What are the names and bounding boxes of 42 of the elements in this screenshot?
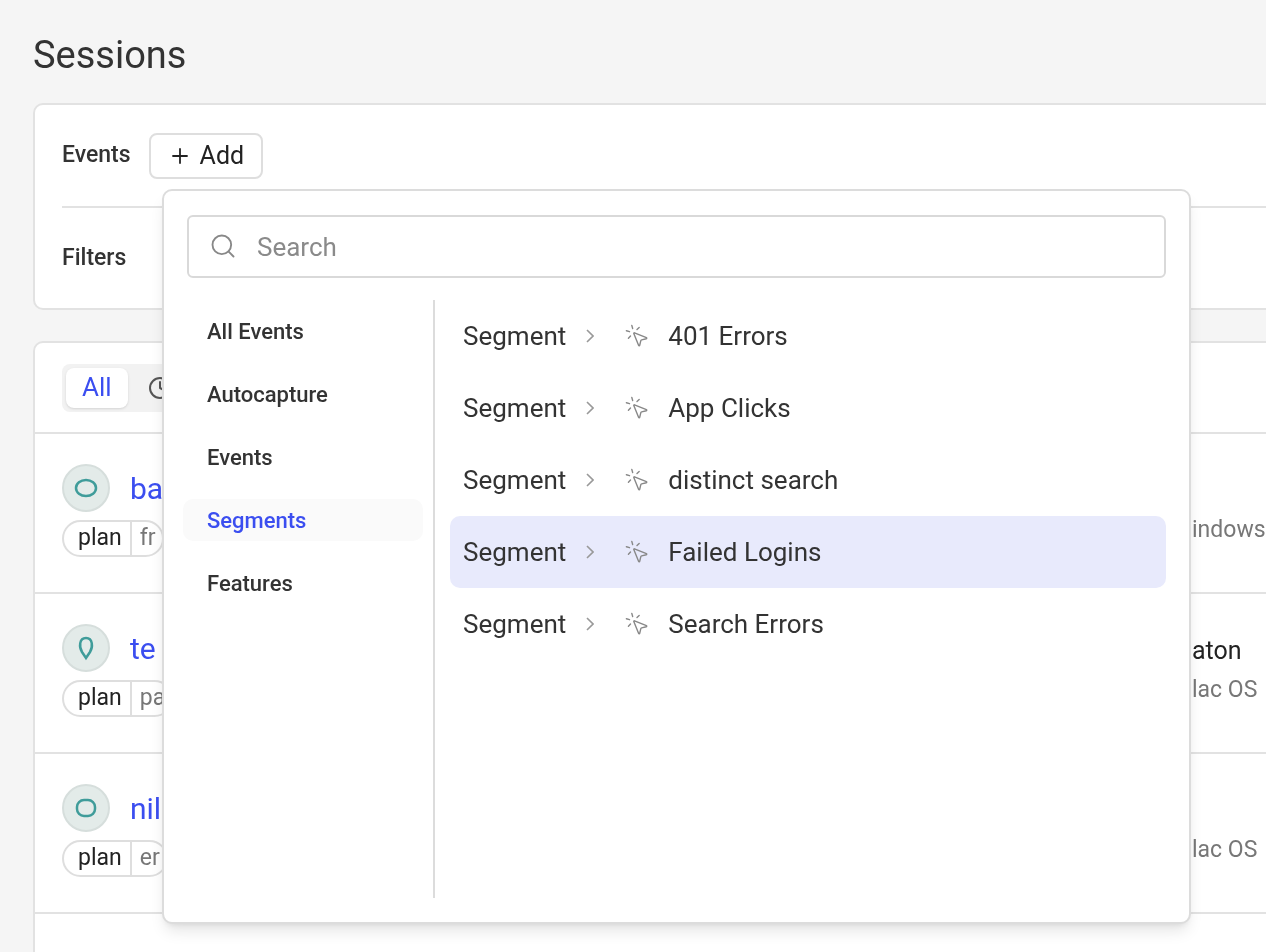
os-text: lac OS	[1192, 674, 1258, 705]
event-name: Failed Logins	[668, 535, 822, 569]
tab[interactable]: All	[66, 367, 128, 408]
add-button[interactable]: Add	[148, 132, 264, 179]
page-title: Sessions	[33, 32, 187, 79]
result-item[interactable]: Segment Failed Logins	[450, 516, 1166, 588]
category-text: Segment	[463, 319, 567, 353]
category-text: Segment	[463, 607, 567, 641]
filters-label: Filters	[62, 242, 127, 273]
chevron-icon	[586, 545, 595, 559]
tag-key: plan	[78, 681, 130, 716]
result-item[interactable]: Segment App Clicks	[450, 372, 1166, 444]
chevron-icon	[586, 473, 595, 487]
category-text: Segment	[463, 463, 567, 497]
event-name: 401 Errors	[668, 319, 788, 353]
category-text: Segment	[463, 391, 567, 425]
category-item[interactable]: Autocapture	[183, 373, 423, 415]
search-field[interactable]: Search	[187, 215, 1166, 278]
tag-key: plan	[78, 841, 130, 876]
event-name: distinct search	[668, 463, 839, 497]
event-name: App Clicks	[668, 391, 791, 425]
category-text: Segment	[463, 535, 567, 569]
category-item[interactable]: Events	[183, 436, 423, 478]
chevron-icon	[586, 617, 595, 631]
category-item[interactable]: All Events	[183, 310, 423, 352]
category-item[interactable]: Features	[183, 562, 423, 604]
os-text: indows	[1192, 514, 1266, 545]
user-name[interactable]: te	[130, 625, 156, 671]
user-name[interactable]: nil	[130, 785, 162, 831]
events-label: Events	[62, 140, 131, 171]
result-item[interactable]: Segment distinct search	[450, 444, 1166, 516]
search-icon	[209, 232, 237, 260]
event-name: Search Errors	[668, 607, 824, 641]
category-item[interactable]: Segments	[183, 499, 423, 541]
result-item[interactable]: Segment 401 Errors	[450, 300, 1166, 372]
os-text: lac OS	[1192, 834, 1258, 865]
user-name[interactable]: ba	[130, 465, 164, 511]
chevron-icon	[586, 329, 595, 343]
location-text: aton	[1192, 635, 1242, 668]
chevron-icon	[586, 401, 595, 415]
tag-key: plan	[78, 521, 130, 556]
result-item[interactable]: Segment Search Errors	[450, 588, 1166, 660]
